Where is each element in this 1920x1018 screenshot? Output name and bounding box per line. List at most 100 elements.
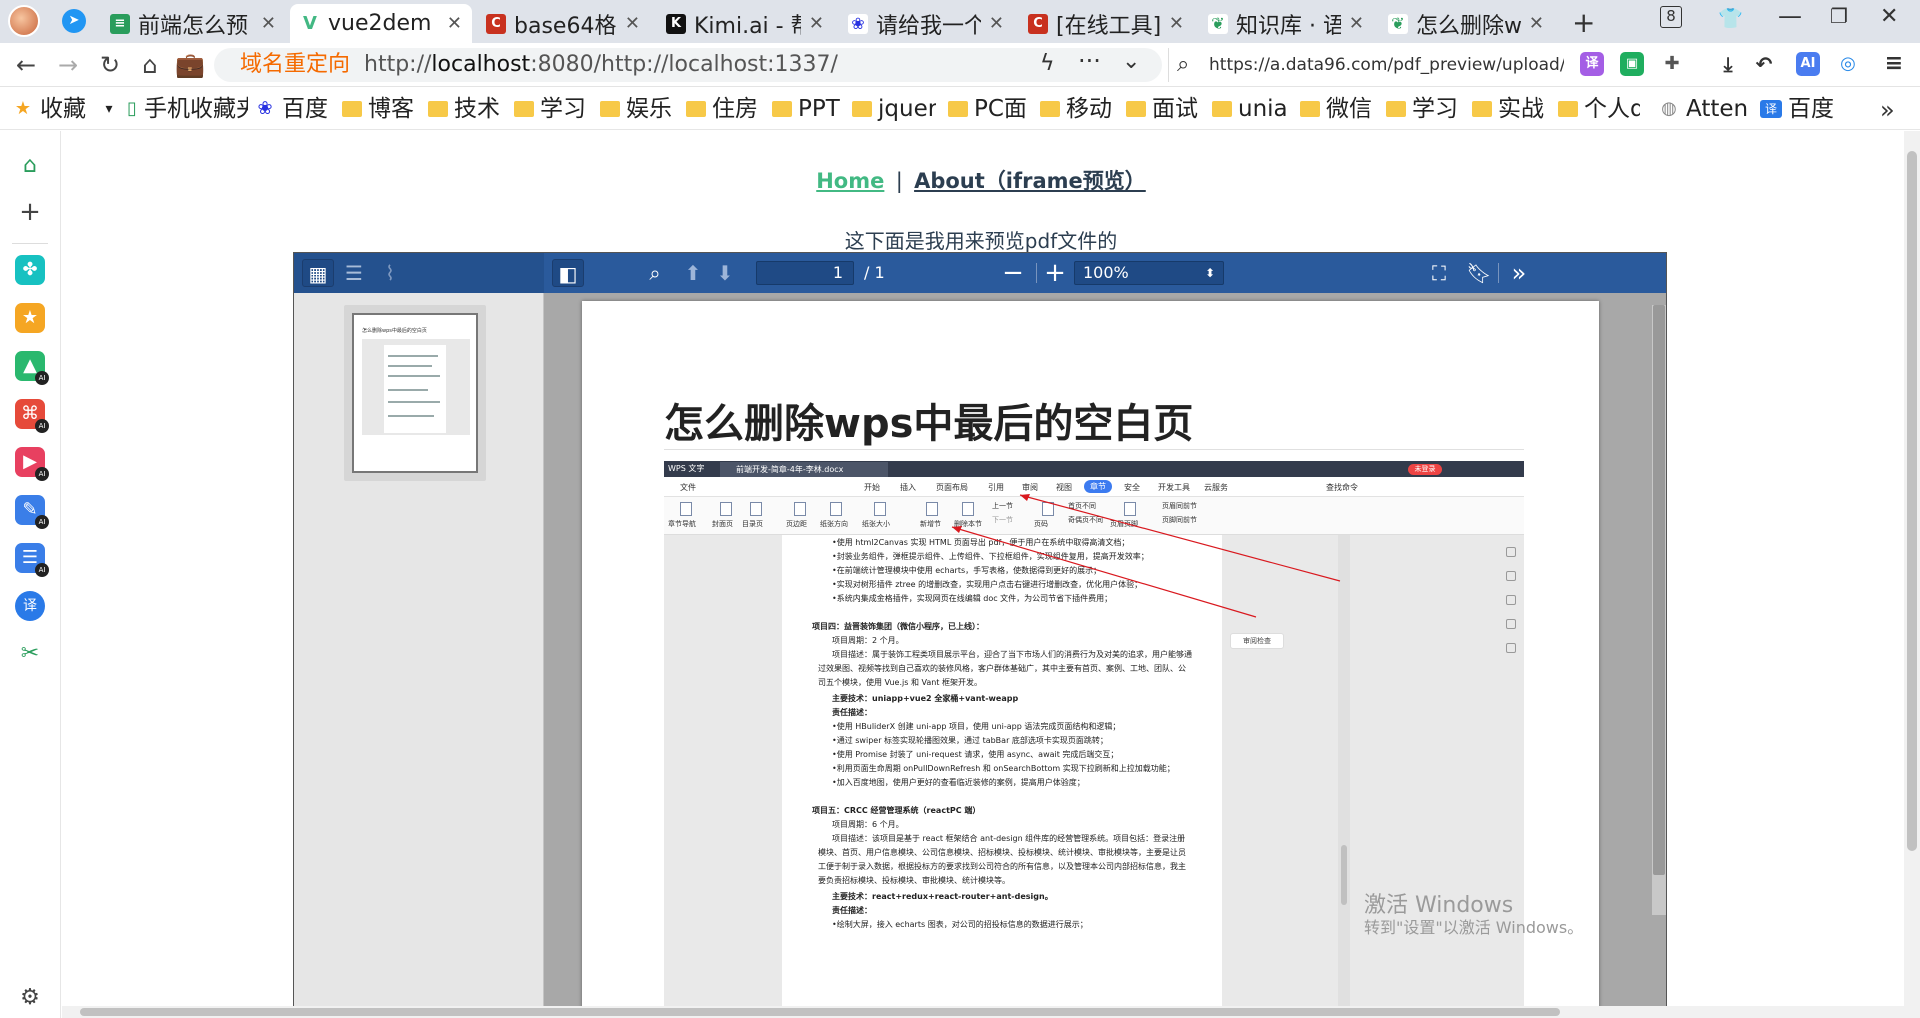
bookmark-globe[interactable]: ◍ Atten	[1658, 94, 1754, 124]
video-ai-icon[interactable]: ▶ AI	[15, 447, 49, 481]
bookmark-folder[interactable]: 娱乐	[600, 94, 674, 124]
bookmark-baidu[interactable]: ❀ 百度	[254, 94, 336, 124]
close-window-icon[interactable]: ✕	[1880, 4, 1898, 29]
notebook-ext-icon[interactable]: ▣	[1620, 52, 1644, 76]
image-ai-icon[interactable]: ▲ AI	[15, 351, 49, 385]
tab-3[interactable]: K Kimi.ai - 帮 ✕	[656, 4, 834, 43]
close-icon[interactable]: ✕	[1169, 13, 1184, 34]
close-icon[interactable]: ✕	[1349, 13, 1364, 34]
page-scrollbar[interactable]	[1904, 131, 1920, 1018]
bookmark-folder[interactable]: 学习	[514, 94, 588, 124]
bookmark-favorites[interactable]: ★ 收藏	[12, 94, 94, 124]
pdf-scrollbar[interactable]	[1652, 305, 1666, 915]
page-scroll-thumb[interactable]	[1907, 151, 1917, 851]
bookmark-folder[interactable]: 微信	[1300, 94, 1374, 124]
home-icon[interactable]: ⌂	[134, 49, 166, 81]
tab-7[interactable]: ❦ 怎么删除w ✕	[1378, 4, 1554, 43]
tab-count-badge[interactable]: 8	[1660, 6, 1682, 28]
search-box[interactable]: ⌕ https://a.data96.com/pdf_preview/uploa…	[1168, 48, 1564, 82]
find-icon[interactable]: ⌕	[640, 259, 670, 287]
tab-2[interactable]: C base64格 ✕	[476, 4, 650, 43]
address-bar[interactable]: 域名重定向 http://localhost:8080/http://localh…	[214, 48, 1162, 82]
tab-4[interactable]: ❀ 请给我一个 ✕	[838, 4, 1014, 43]
horizontal-scroll-thumb[interactable]	[80, 1008, 1560, 1016]
minimize-icon[interactable]: —	[1778, 2, 1802, 30]
more-dots-icon[interactable]: ···	[1078, 47, 1101, 75]
pdf-ai-icon[interactable]: ⌘ AI	[15, 399, 49, 433]
app-clover-icon[interactable]: ✤	[15, 255, 45, 285]
tab-0[interactable]: ≡ 前端怎么预 ✕	[100, 4, 286, 43]
outline-view-icon[interactable]: ☰	[338, 259, 370, 287]
undo-icon[interactable]: ↶	[1752, 52, 1776, 76]
page-thumbnail[interactable]: 怎么删除wps中最后的空白页	[344, 305, 486, 481]
restore-icon[interactable]: ❐	[1830, 4, 1848, 28]
tab-5[interactable]: C [在线工具] ✕	[1018, 4, 1194, 43]
menu-icon[interactable]: ≡	[1882, 52, 1906, 76]
translate-icon[interactable]: 译	[15, 591, 45, 621]
zoom-out-icon[interactable]: −	[998, 259, 1028, 287]
chevron-down-icon[interactable]: ⌄	[1122, 49, 1140, 74]
add-icon[interactable]: +	[15, 197, 45, 227]
close-icon[interactable]: ✕	[1529, 13, 1544, 34]
edge-ext-icon[interactable]: ◎	[1836, 52, 1860, 76]
reload-icon[interactable]: ↻	[94, 49, 126, 81]
bookmark-translate[interactable]: 译百度	[1760, 94, 1844, 124]
new-tab-button[interactable]: +	[1572, 6, 1595, 39]
attachments-icon[interactable]: ⌇	[374, 259, 406, 287]
toggle-sidebar-icon[interactable]: ◧	[552, 259, 584, 287]
bookmark-folder[interactable]: 学习	[1386, 94, 1460, 124]
scissors-icon[interactable]: ✂	[15, 639, 45, 669]
bookmark-folder[interactable]: PC面	[948, 94, 1028, 124]
puzzle-icon[interactable]: ✚	[1660, 52, 1684, 76]
close-icon[interactable]: ✕	[261, 13, 276, 34]
bookmark-folder[interactable]: 住房	[686, 94, 760, 124]
presentation-mode-icon[interactable]: ⛶	[1424, 259, 1454, 287]
lightning-icon[interactable]: ϟ	[1040, 51, 1055, 76]
page-number-input[interactable]: 1	[756, 261, 854, 285]
thumbnail-view-icon[interactable]: ▦	[302, 259, 334, 287]
pdf-scroll-thumb[interactable]	[1653, 305, 1665, 875]
settings-gear-icon[interactable]: ⚙	[15, 983, 45, 1013]
zoom-select[interactable]: 100% ⬍	[1074, 261, 1224, 285]
close-icon[interactable]: ✕	[989, 13, 1004, 34]
translate-ext-icon[interactable]: 译	[1580, 52, 1604, 76]
tab-1-active[interactable]: V vue2dem ✕	[290, 4, 472, 43]
csdn-icon: C	[1028, 13, 1048, 34]
chevron-double-right-icon[interactable]: »	[1880, 96, 1895, 124]
bookmark-folder[interactable]: 博客	[342, 94, 416, 124]
bookmark-icon[interactable]: 🔖︎	[1464, 259, 1494, 287]
tab-label: [在线工具]	[1056, 13, 1161, 39]
bookmark-folder[interactable]: jquer	[852, 94, 936, 124]
close-icon[interactable]: ✕	[809, 13, 824, 34]
briefcase-icon[interactable]: 💼	[174, 49, 206, 81]
forward-icon[interactable]: →	[52, 49, 84, 81]
bookmark-mobile[interactable]: ▾ ▯ 手机收藏夹	[98, 94, 248, 124]
bookmark-folder[interactable]: PPT	[772, 94, 852, 124]
document-ai-icon[interactable]: ☰ AI	[15, 543, 49, 577]
tab-6[interactable]: ❦ 知识库 · 语 ✕	[1198, 4, 1374, 43]
close-icon[interactable]: ✕	[447, 13, 462, 34]
edit-ai-icon[interactable]: ✎ AI	[15, 495, 49, 529]
bookmark-folder[interactable]: 个人d	[1558, 94, 1640, 124]
bookmark-folder[interactable]: 技术	[428, 94, 502, 124]
shirt-icon[interactable]: 👕	[1718, 6, 1743, 30]
tools-chevron-icon[interactable]: »	[1502, 259, 1536, 287]
zoom-in-icon[interactable]: +	[1040, 259, 1070, 287]
bookmark-folder[interactable]: 实战	[1472, 94, 1546, 124]
home-icon[interactable]: ⌂	[15, 151, 45, 181]
about-link[interactable]: About（iframe预览）	[914, 169, 1146, 193]
back-icon[interactable]: ←	[10, 49, 42, 81]
close-icon[interactable]: ✕	[625, 13, 640, 34]
favorites-star-icon[interactable]: ★	[15, 303, 45, 333]
horizontal-scrollbar[interactable]	[62, 1006, 1904, 1018]
bookmark-folder[interactable]: 移动	[1040, 94, 1114, 124]
profile-avatar[interactable]	[8, 5, 40, 37]
ai-ext-icon[interactable]: AI	[1796, 52, 1820, 76]
next-page-icon[interactable]: ⬇	[710, 259, 740, 287]
download-icon[interactable]: ⤓	[1716, 52, 1740, 76]
previous-page-icon[interactable]: ⬆	[678, 259, 708, 287]
bookmark-folder[interactable]: 面试	[1126, 94, 1200, 124]
home-link[interactable]: Home	[816, 169, 884, 193]
bookmark-folder[interactable]: unia	[1212, 94, 1288, 124]
telegram-icon[interactable]: ➤	[62, 9, 86, 33]
